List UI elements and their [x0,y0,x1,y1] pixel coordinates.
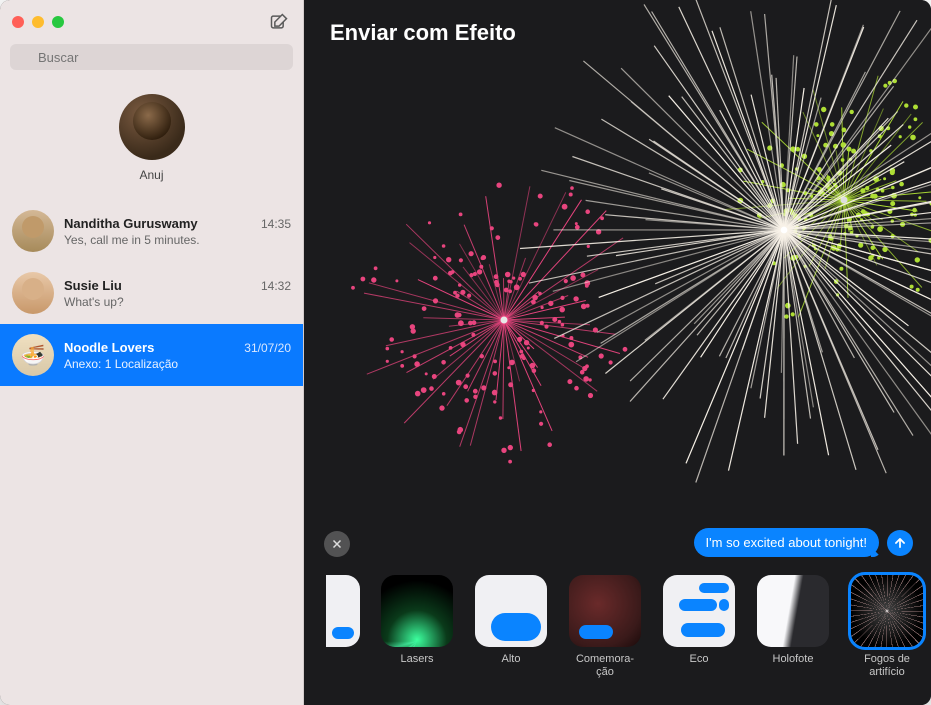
conversation-time: 14:32 [261,279,291,293]
avatar [12,210,54,252]
effect-label: Fogos de artifício [850,653,924,679]
effect-title: Enviar com Efeito [330,20,516,46]
effect-item-comemoracao[interactable]: Comemora- ção [568,575,642,679]
arrow-up-icon [893,536,907,550]
sidebar: Anuj Nanditha Guruswamy 14:35 Yes, call … [0,0,304,705]
effect-item-fogos[interactable]: Fogos de artifício [850,575,924,679]
firework-pink [324,160,684,480]
effect-label: Lasers [400,653,433,679]
minimize-window-button[interactable] [32,16,44,28]
search-input[interactable] [10,44,293,70]
effect-item-partial[interactable] [326,575,360,679]
firework-green [694,70,931,330]
effect-item-lasers[interactable]: Lasers [380,575,454,679]
close-effect-button[interactable] [324,531,350,557]
effect-thumb [569,575,641,647]
effect-thumb [381,575,453,647]
effect-thumb [326,575,360,647]
effect-thumb [851,575,923,647]
conversation-item[interactable]: 🍜 Noodle Lovers 31/07/20 Anexo: 1 Locali… [0,324,303,386]
effect-thumb [757,575,829,647]
conversation-name: Susie Liu [64,278,122,293]
conversation-item[interactable]: Nanditha Guruswamy 14:35 Yes, call me in… [0,200,303,262]
effect-item-eco[interactable]: Eco [662,575,736,679]
effect-label: Holofote [773,653,814,679]
effect-label: Comemora- ção [576,653,634,679]
effect-item-alto[interactable]: Alto [474,575,548,679]
effect-item-holofote[interactable]: Holofote [756,575,830,679]
effect-label: Alto [502,653,521,679]
conversation-time: 14:35 [261,217,291,231]
compose-icon [269,12,289,32]
pinned-conversation[interactable]: Anuj [0,80,303,200]
conversation-preview: Anexo: 1 Localização [64,357,291,371]
firework-white [464,0,931,510]
fullscreen-window-button[interactable] [52,16,64,28]
conversation-item[interactable]: Susie Liu 14:32 What's up? [0,262,303,324]
send-button[interactable] [887,530,913,556]
effect-preview-stage: Enviar com Efeito [304,0,931,705]
pinned-name: Anuj [139,168,163,182]
titlebar [0,0,303,44]
effect-label: Eco [690,653,709,679]
effects-strip[interactable]: Lasers Alto Comemora- ção [304,565,931,705]
message-preview-row: I'm so excited about tonight! [694,528,913,557]
conversation-name: Noodle Lovers [64,340,154,355]
message-bubble: I'm so excited about tonight! [694,528,879,557]
messages-window: Anuj Nanditha Guruswamy 14:35 Yes, call … [0,0,931,705]
conversation-name: Nanditha Guruswamy [64,216,198,231]
traffic-lights [12,16,64,28]
effect-thumb [475,575,547,647]
main-panel: Enviar com Efeito [304,0,931,705]
conversation-preview: What's up? [64,295,291,309]
avatar: 🍜 [12,334,54,376]
close-window-button[interactable] [12,16,24,28]
close-icon [331,538,343,550]
search-wrap [0,44,303,80]
conversation-time: 31/07/20 [244,341,291,355]
avatar [119,94,185,160]
avatar [12,272,54,314]
conversation-preview: Yes, call me in 5 minutes. [64,233,291,247]
effect-thumb [663,575,735,647]
conversation-list: Nanditha Guruswamy 14:35 Yes, call me in… [0,200,303,705]
compose-button[interactable] [267,10,291,34]
